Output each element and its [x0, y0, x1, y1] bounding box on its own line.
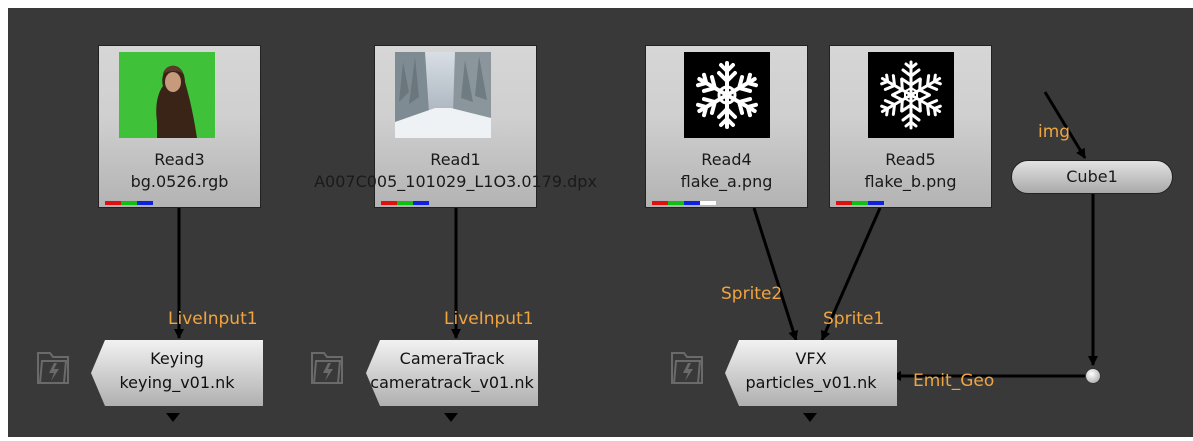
vfx-group-node[interactable]: VFX particles_v01.nk	[725, 340, 897, 406]
read3-node[interactable]: Read3 bg.0526.rgb	[98, 45, 261, 208]
cube1-node[interactable]: Cube1	[1011, 160, 1173, 194]
read1-thumbnail	[395, 52, 491, 138]
read3-filename: bg.0526.rgb	[130, 172, 229, 191]
read1-node[interactable]: Read1 A007C005_101029_L1O3.0179.dpx	[314, 45, 597, 208]
read4-thumbnail	[684, 52, 770, 138]
read1-channel-indicator	[381, 201, 429, 205]
keying-title: Keying	[150, 349, 204, 368]
vfx-sprite2-label: Sprite2	[721, 284, 783, 304]
read1-title: Read1	[430, 150, 481, 169]
cube-img-input-label: img	[1038, 122, 1071, 142]
vfx-title: VFX	[795, 349, 827, 368]
cameratrack-title: CameraTrack	[399, 349, 505, 368]
vfx-filename: particles_v01.nk	[745, 373, 877, 392]
cameratrack-input-label: LiveInput1	[444, 309, 534, 329]
read5-thumbnail	[868, 52, 954, 138]
keying-filename: keying_v01.nk	[119, 373, 235, 392]
down-arrow-icon	[444, 413, 458, 422]
keying-input-label: LiveInput1	[168, 309, 258, 329]
node-graph-canvas[interactable]: Read3 bg.0526.rgb Read1 A007C005_101029_…	[8, 8, 1193, 437]
read5-title: Read5	[885, 150, 936, 169]
cameratrack-group-node[interactable]: CameraTrack cameratrack_v01.nk	[366, 340, 538, 406]
dot-node[interactable]	[1085, 368, 1101, 384]
read1-filename: A007C005_101029_L1O3.0179.dpx	[314, 172, 597, 191]
down-arrow-icon	[803, 413, 817, 422]
read3-title: Read3	[154, 150, 205, 169]
read4-channel-indicator	[652, 201, 716, 205]
cube1-title: Cube1	[1066, 167, 1118, 186]
down-arrow-icon	[166, 413, 180, 422]
snowflake-icon	[868, 52, 954, 138]
keying-group-node[interactable]: Keying keying_v01.nk	[91, 340, 263, 406]
read5-filename: flake_b.png	[864, 172, 957, 191]
snowflake-icon	[684, 52, 770, 138]
read5-node[interactable]: Read5 flake_b.png	[829, 45, 992, 208]
read4-title: Read4	[701, 150, 752, 169]
read3-thumbnail	[119, 52, 215, 138]
read3-channel-indicator	[105, 201, 153, 205]
vfx-sprite1-label: Sprite1	[823, 309, 885, 329]
read4-node[interactable]: Read4 flake_a.png	[645, 45, 808, 208]
read5-channel-indicator	[836, 201, 884, 205]
read4-filename: flake_a.png	[680, 172, 773, 191]
cameratrack-filename: cameratrack_v01.nk	[370, 373, 534, 392]
edge-read4-vfx	[752, 207, 799, 341]
